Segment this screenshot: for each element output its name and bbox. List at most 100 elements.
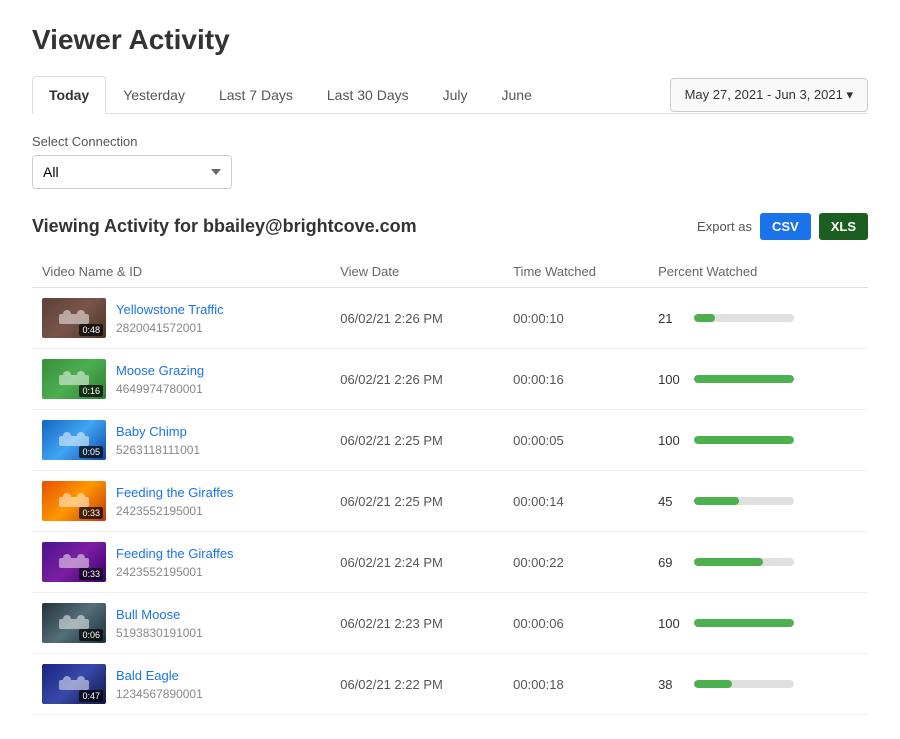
page-container: Viewer Activity TodayYesterdayLast 7 Day… — [0, 0, 900, 739]
video-info: Yellowstone Traffic 2820041572001 — [116, 302, 224, 335]
export-area: Export as CSV XLS — [697, 213, 868, 240]
export-xls-button[interactable]: XLS — [819, 213, 868, 240]
view-date: 06/02/21 2:25 PM — [330, 471, 503, 532]
connection-label: Select Connection — [32, 134, 868, 149]
view-date: 06/02/21 2:23 PM — [330, 593, 503, 654]
time-watched: 00:00:05 — [503, 410, 648, 471]
video-name-link[interactable]: Feeding the Giraffes — [116, 485, 234, 500]
video-cell-inner: 0:48 Yellowstone Traffic 2820041572001 — [42, 298, 320, 338]
video-cell-inner: 0:16 Moose Grazing 4649974780001 — [42, 359, 320, 399]
video-thumbnail: 0:33 — [42, 481, 106, 521]
video-duration: 0:06 — [79, 629, 103, 641]
table-row: 0:06 Bull Moose 5193830191001 06/02/21 2… — [32, 593, 868, 654]
video-name-link[interactable]: Feeding the Giraffes — [116, 546, 234, 561]
table-row: 0:33 Feeding the Giraffes 2423552195001 … — [32, 532, 868, 593]
progress-number: 100 — [658, 372, 686, 387]
col-time: Time Watched — [503, 256, 648, 288]
progress-cell: 100 — [658, 372, 858, 387]
progress-bar-fill — [694, 619, 794, 627]
progress-bar-background — [694, 680, 794, 688]
activity-header: Viewing Activity for bbailey@brightcove.… — [32, 213, 868, 240]
video-duration: 0:33 — [79, 507, 103, 519]
video-id: 2423552195001 — [116, 504, 203, 518]
percent-watched: 45 — [648, 471, 868, 532]
video-name-link[interactable]: Yellowstone Traffic — [116, 302, 224, 317]
percent-watched: 38 — [648, 654, 868, 715]
export-csv-button[interactable]: CSV — [760, 213, 811, 240]
percent-watched: 21 — [648, 288, 868, 349]
video-duration: 0:05 — [79, 446, 103, 458]
tab-june[interactable]: June — [485, 76, 549, 113]
progress-bar-background — [694, 375, 794, 383]
video-duration: 0:48 — [79, 324, 103, 336]
video-id: 2820041572001 — [116, 321, 203, 335]
video-cell-inner: 0:06 Bull Moose 5193830191001 — [42, 603, 320, 643]
progress-bar-background — [694, 619, 794, 627]
tab-july[interactable]: July — [426, 76, 485, 113]
progress-bar-background — [694, 558, 794, 566]
table-row: 0:33 Feeding the Giraffes 2423552195001 … — [32, 471, 868, 532]
col-video: Video Name & ID — [32, 256, 330, 288]
progress-bar-background — [694, 497, 794, 505]
video-cell-inner: 0:05 Baby Chimp 5263118111001 — [42, 420, 320, 460]
table-body: 0:48 Yellowstone Traffic 2820041572001 0… — [32, 288, 868, 715]
connection-section: Select Connection AllConnection 1Connect… — [32, 134, 868, 189]
progress-cell: 100 — [658, 433, 858, 448]
video-info: Feeding the Giraffes 2423552195001 — [116, 485, 234, 518]
percent-watched: 69 — [648, 532, 868, 593]
video-name-link[interactable]: Bald Eagle — [116, 668, 203, 683]
col-date: View Date — [330, 256, 503, 288]
table-header-row: Video Name & IDView DateTime WatchedPerc… — [32, 256, 868, 288]
progress-bar-fill — [694, 558, 763, 566]
video-id: 4649974780001 — [116, 382, 203, 396]
table-header: Video Name & IDView DateTime WatchedPerc… — [32, 256, 868, 288]
video-id: 5193830191001 — [116, 626, 203, 640]
video-duration: 0:33 — [79, 568, 103, 580]
time-watched: 00:00:14 — [503, 471, 648, 532]
video-thumbnail: 0:05 — [42, 420, 106, 460]
video-cell: 0:47 Bald Eagle 1234567890001 — [32, 654, 330, 715]
time-watched: 00:00:16 — [503, 349, 648, 410]
progress-cell: 100 — [658, 616, 858, 631]
progress-cell: 21 — [658, 311, 858, 326]
date-range-button[interactable]: May 27, 2021 - Jun 3, 2021 ▾ — [670, 78, 868, 112]
video-name-link[interactable]: Bull Moose — [116, 607, 203, 622]
view-date: 06/02/21 2:24 PM — [330, 532, 503, 593]
video-cell-inner: 0:33 Feeding the Giraffes 2423552195001 — [42, 542, 320, 582]
view-date: 06/02/21 2:26 PM — [330, 288, 503, 349]
video-info: Bull Moose 5193830191001 — [116, 607, 203, 640]
tab-yesterday[interactable]: Yesterday — [106, 76, 202, 113]
video-cell: 0:33 Feeding the Giraffes 2423552195001 — [32, 532, 330, 593]
video-cell-inner: 0:33 Feeding the Giraffes 2423552195001 — [42, 481, 320, 521]
activity-title: Viewing Activity for bbailey@brightcove.… — [32, 216, 417, 237]
video-duration: 0:47 — [79, 690, 103, 702]
time-watched: 00:00:10 — [503, 288, 648, 349]
video-info: Baby Chimp 5263118111001 — [116, 424, 200, 457]
video-thumbnail: 0:33 — [42, 542, 106, 582]
video-id: 1234567890001 — [116, 687, 203, 701]
tab-today[interactable]: Today — [32, 76, 106, 114]
video-info: Bald Eagle 1234567890001 — [116, 668, 203, 701]
progress-bar-fill — [694, 680, 732, 688]
video-thumbnail: 0:47 — [42, 664, 106, 704]
tab-group: TodayYesterdayLast 7 DaysLast 30 DaysJul… — [32, 76, 670, 113]
progress-cell: 69 — [658, 555, 858, 570]
view-date: 06/02/21 2:22 PM — [330, 654, 503, 715]
progress-bar-background — [694, 314, 794, 322]
video-name-link[interactable]: Baby Chimp — [116, 424, 200, 439]
video-name-link[interactable]: Moose Grazing — [116, 363, 204, 378]
video-cell: 0:05 Baby Chimp 5263118111001 — [32, 410, 330, 471]
progress-number: 100 — [658, 433, 686, 448]
table-row: 0:05 Baby Chimp 5263118111001 06/02/21 2… — [32, 410, 868, 471]
view-date: 06/02/21 2:26 PM — [330, 349, 503, 410]
connection-select[interactable]: AllConnection 1Connection 2 — [32, 155, 232, 189]
video-info: Moose Grazing 4649974780001 — [116, 363, 204, 396]
tab-last30days[interactable]: Last 30 Days — [310, 76, 426, 113]
progress-number: 45 — [658, 494, 686, 509]
tab-last7days[interactable]: Last 7 Days — [202, 76, 310, 113]
video-info: Feeding the Giraffes 2423552195001 — [116, 546, 234, 579]
progress-number: 69 — [658, 555, 686, 570]
percent-watched: 100 — [648, 349, 868, 410]
progress-bar-background — [694, 436, 794, 444]
time-watched: 00:00:22 — [503, 532, 648, 593]
